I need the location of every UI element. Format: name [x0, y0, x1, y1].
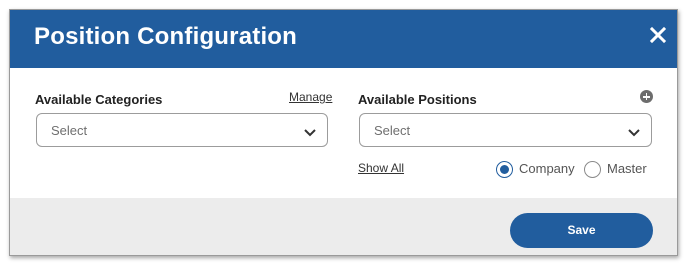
close-icon[interactable]: [647, 24, 669, 46]
save-button[interactable]: Save: [510, 213, 653, 248]
plus-circle-icon[interactable]: [640, 90, 653, 103]
categories-select-value: Select: [51, 123, 88, 138]
position-configuration-dialog: Position Configuration Available Categor…: [9, 9, 678, 256]
master-radio[interactable]: [584, 161, 601, 178]
dialog-title: Position Configuration: [34, 23, 298, 50]
categories-select[interactable]: Select: [36, 113, 328, 147]
master-radio-label: Master: [607, 161, 647, 176]
available-categories-label: Available Categories: [35, 92, 163, 107]
manage-link[interactable]: Manage: [289, 90, 332, 104]
company-radio-label: Company: [519, 161, 575, 176]
positions-select-value: Select: [374, 123, 411, 138]
dialog-header: Position Configuration: [10, 10, 677, 68]
chevron-down-icon: [303, 125, 317, 137]
positions-select[interactable]: Select: [359, 113, 652, 147]
chevron-down-icon: [627, 125, 641, 137]
company-radio[interactable]: [496, 161, 513, 178]
show-all-link[interactable]: Show All: [358, 161, 404, 175]
available-positions-label: Available Positions: [358, 92, 477, 107]
